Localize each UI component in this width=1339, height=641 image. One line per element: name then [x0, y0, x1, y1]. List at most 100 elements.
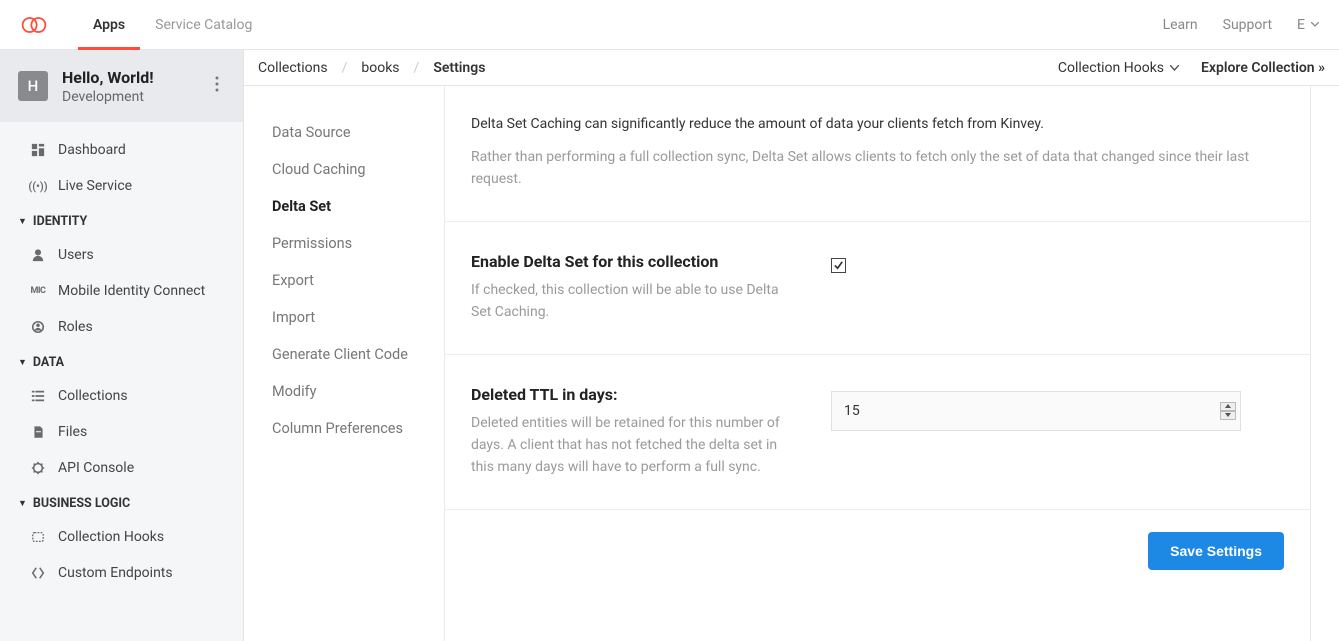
settings-nav-permissions[interactable]: Permissions	[258, 225, 430, 262]
sidebar-item-label: Files	[58, 424, 87, 440]
tab-apps[interactable]: Apps	[78, 0, 140, 50]
sidebar-item-label: Users	[58, 247, 94, 263]
section-title: IDENTITY	[33, 214, 87, 229]
breadcrumb-collections[interactable]: Collections	[258, 60, 328, 76]
dashboard-icon	[30, 142, 46, 158]
content-body: Data Source Cloud Caching Delta Set Perm…	[244, 86, 1339, 641]
breadcrumb-settings[interactable]: Settings	[433, 60, 485, 76]
sidebar-item-label: Live Service	[58, 178, 132, 194]
save-settings-button[interactable]: Save Settings	[1148, 532, 1284, 570]
user-icon	[30, 247, 46, 263]
sidebar-item-label: Collection Hooks	[58, 529, 164, 545]
content: Collections / books / Settings Collectio…	[244, 50, 1339, 641]
collection-hooks-dropdown[interactable]: Collection Hooks	[1058, 60, 1179, 76]
sidebar-item-label: API Console	[58, 460, 134, 476]
settings-nav-import[interactable]: Import	[258, 299, 430, 336]
ttl-title: Deleted TTL in days:	[471, 385, 791, 404]
sidebar-item-label: Mobile Identity Connect	[58, 283, 205, 299]
sidebar-item-api-console[interactable]: API Console	[0, 450, 243, 486]
top-nav: Apps Service Catalog Learn Support E	[0, 0, 1339, 50]
ttl-section: Deleted TTL in days: Deleted entities wi…	[445, 355, 1310, 509]
user-initial: E	[1297, 17, 1305, 33]
live-service-icon: ((•))	[30, 178, 46, 194]
intro-section: Delta Set Caching can significantly redu…	[445, 86, 1310, 222]
dropdown-label: Collection Hooks	[1058, 60, 1164, 76]
link-learn[interactable]: Learn	[1163, 17, 1198, 33]
sidebar-item-roles[interactable]: Roles	[0, 309, 243, 345]
user-menu[interactable]: E	[1297, 17, 1319, 33]
check-icon	[833, 260, 844, 271]
breadcrumb: Collections / books / Settings	[258, 60, 485, 76]
sidebar-item-collections[interactable]: Collections	[0, 378, 243, 414]
ttl-input[interactable]: 15	[831, 391, 1241, 431]
content-header: Collections / books / Settings Collectio…	[244, 50, 1339, 86]
endpoint-icon	[30, 565, 46, 581]
sidebar-item-label: Dashboard	[58, 142, 126, 158]
spinner-up-button[interactable]	[1220, 402, 1236, 411]
app-badge: H	[18, 71, 48, 101]
breadcrumb-books[interactable]: books	[361, 60, 399, 76]
file-icon	[30, 424, 46, 440]
sidebar-item-collection-hooks[interactable]: Collection Hooks	[0, 519, 243, 555]
settings-nav-export[interactable]: Export	[258, 262, 430, 299]
sidebar-body: Dashboard ((•)) Live Service ▼ IDENTITY …	[0, 122, 243, 601]
sidebar-item-files[interactable]: Files	[0, 414, 243, 450]
top-nav-right: Learn Support E	[1163, 17, 1319, 33]
enable-desc: If checked, this collection will be able…	[471, 279, 791, 324]
app-header: H Hello, World! Development	[0, 50, 243, 122]
settings-nav-delta-set[interactable]: Delta Set	[258, 188, 430, 225]
section-title: BUSINESS LOGIC	[33, 496, 130, 511]
caret-down-icon: ▼	[18, 357, 27, 368]
sidebar-item-custom-endpoints[interactable]: Custom Endpoints	[0, 555, 243, 591]
caret-down-icon: ▼	[18, 498, 27, 509]
chevron-down-icon	[1311, 22, 1319, 27]
section-title: DATA	[33, 355, 64, 370]
sidebar-item-label: Custom Endpoints	[58, 565, 173, 581]
spinner-down-button[interactable]	[1220, 411, 1236, 420]
list-icon	[30, 388, 46, 404]
settings-nav-column-preferences[interactable]: Column Preferences	[258, 410, 430, 447]
settings-nav-cloud-caching[interactable]: Cloud Caching	[258, 151, 430, 188]
intro-text-main: Delta Set Caching can significantly redu…	[471, 116, 1284, 132]
role-icon	[30, 319, 46, 335]
enable-section: Enable Delta Set for this collection If …	[445, 222, 1310, 355]
sidebar-item-live-service[interactable]: ((•)) Live Service	[0, 168, 243, 204]
breadcrumb-sep: /	[414, 60, 420, 76]
enable-checkbox[interactable]	[831, 258, 846, 273]
logo-icon	[20, 11, 48, 39]
breadcrumb-sep: /	[342, 60, 348, 76]
sidebar-item-label: Roles	[58, 319, 93, 335]
section-identity[interactable]: ▼ IDENTITY	[0, 204, 243, 237]
intro-text-sub: Rather than performing a full collection…	[471, 146, 1284, 191]
app-menu-button[interactable]	[215, 76, 219, 96]
app-title: Hello, World! Development	[62, 68, 154, 105]
section-data[interactable]: ▼ DATA	[0, 345, 243, 378]
sidebar-item-label: Collections	[58, 388, 128, 404]
sidebar: H Hello, World! Development Dashboard ((…	[0, 50, 244, 641]
caret-down-icon: ▼	[18, 216, 27, 227]
explore-collection-link[interactable]: Explore Collection »	[1201, 60, 1325, 76]
top-nav-tabs: Apps Service Catalog	[78, 0, 267, 50]
tab-label: Service Catalog	[155, 17, 252, 33]
chevron-down-icon	[1170, 65, 1179, 71]
settings-nav-generate-client-code[interactable]: Generate Client Code	[258, 336, 430, 373]
settings-nav-data-source[interactable]: Data Source	[258, 114, 430, 151]
app-name: Hello, World!	[62, 68, 154, 87]
link-support[interactable]: Support	[1223, 17, 1272, 33]
sidebar-item-mic[interactable]: MIC Mobile Identity Connect	[0, 273, 243, 309]
mic-icon: MIC	[30, 283, 46, 299]
section-business-logic[interactable]: ▼ BUSINESS LOGIC	[0, 486, 243, 519]
api-icon	[30, 460, 46, 476]
sidebar-item-dashboard[interactable]: Dashboard	[0, 132, 243, 168]
sidebar-item-users[interactable]: Users	[0, 237, 243, 273]
tab-service-catalog[interactable]: Service Catalog	[140, 0, 267, 50]
ttl-desc: Deleted entities will be retained for th…	[471, 412, 791, 479]
enable-title: Enable Delta Set for this collection	[471, 252, 791, 271]
header-actions: Collection Hooks Explore Collection »	[1058, 60, 1325, 76]
settings-nav-modify[interactable]: Modify	[258, 373, 430, 410]
ttl-value: 15	[844, 403, 1220, 419]
settings-nav: Data Source Cloud Caching Delta Set Perm…	[244, 86, 444, 641]
settings-panel: Delta Set Caching can significantly redu…	[444, 86, 1311, 641]
tab-label: Apps	[93, 17, 125, 33]
panel-footer: Save Settings	[445, 509, 1310, 592]
